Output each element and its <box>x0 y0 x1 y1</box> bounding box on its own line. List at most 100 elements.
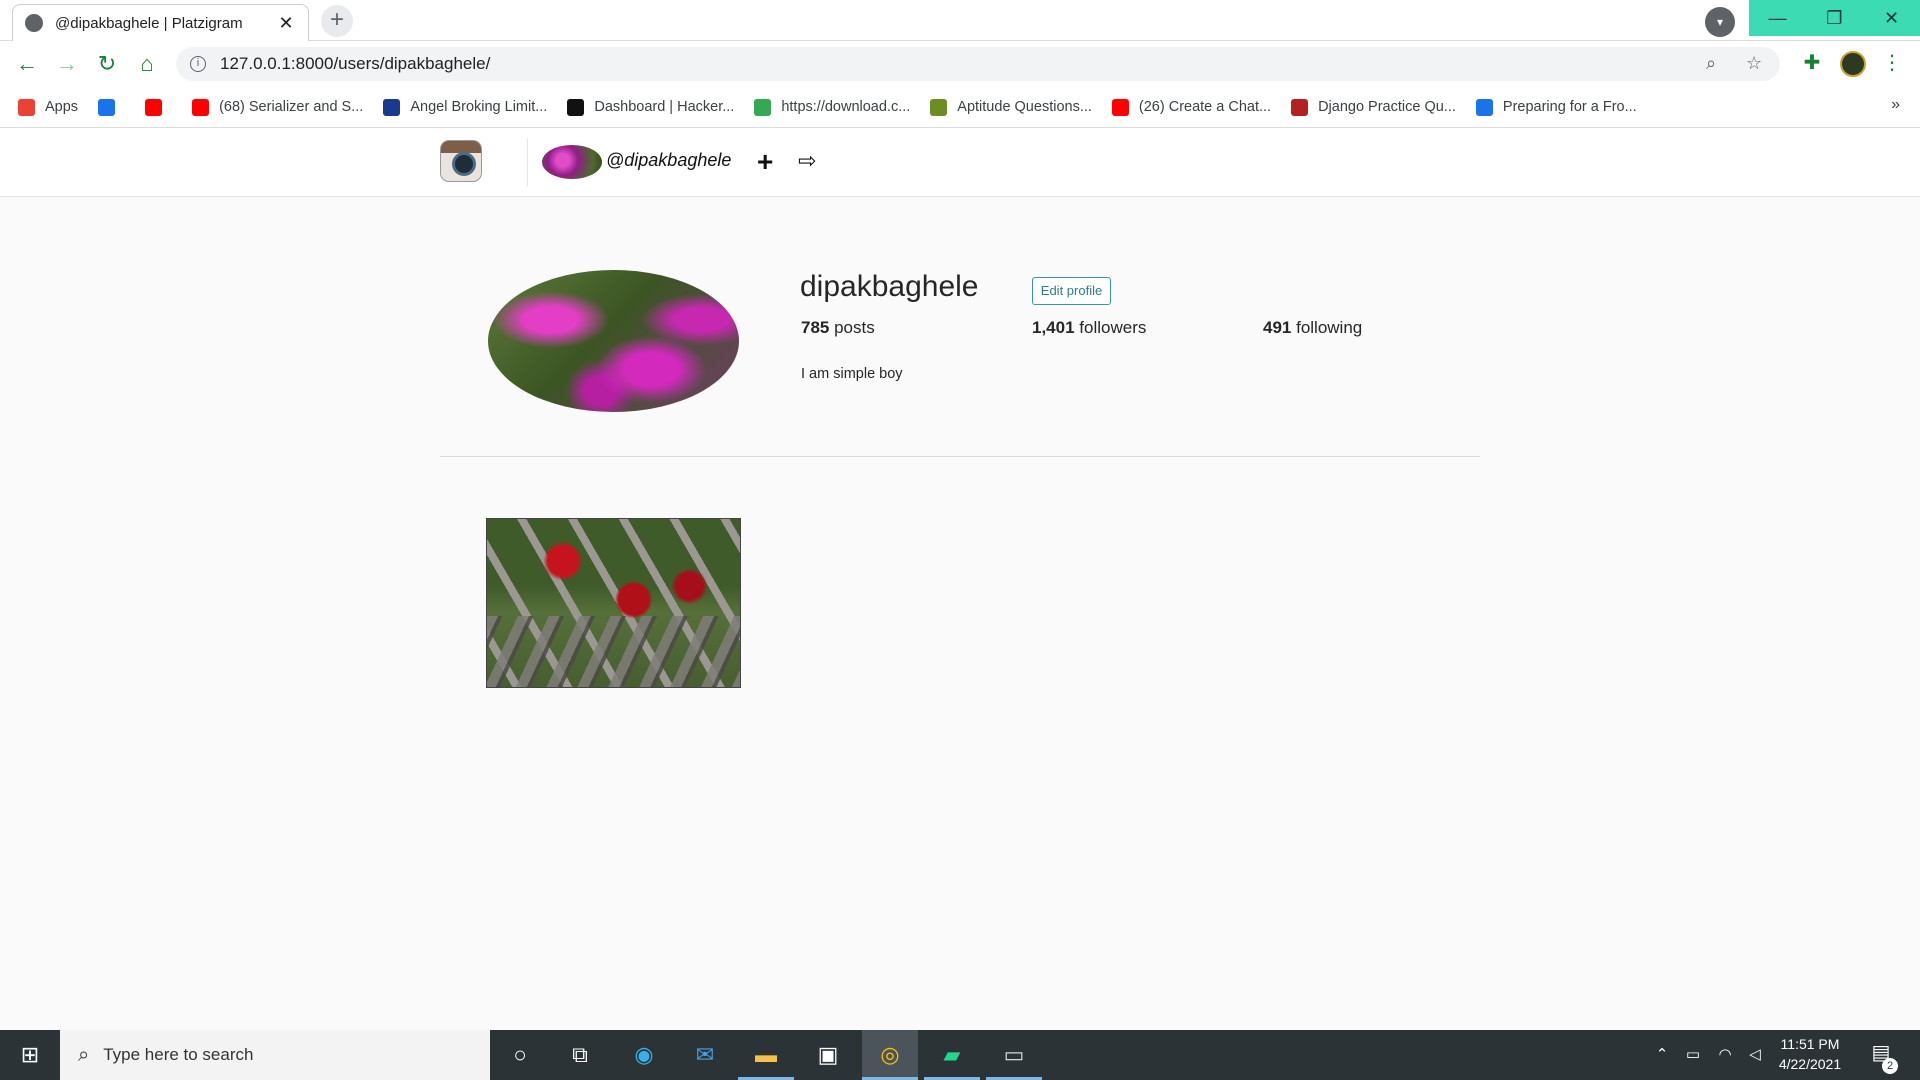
clock-date: 4/22/2021 <box>1778 1056 1842 1072</box>
nav-avatar[interactable] <box>542 145 602 179</box>
taskbar-search-box[interactable]: ⌕ Type here to search <box>60 1030 490 1080</box>
action-center-icon[interactable]: ▤ 2 <box>1866 1040 1898 1074</box>
reload-icon[interactable]: ↻ <box>93 50 121 78</box>
bookmark-label: (26) Create a Chat... <box>1138 99 1272 115</box>
bookmark-label: Angel Broking Limit... <box>410 99 548 115</box>
circle-icon <box>1475 98 1493 116</box>
tray-chevron-icon[interactable]: ⌃ <box>1650 1030 1674 1080</box>
posts-count: 785 <box>801 318 830 337</box>
following-stat[interactable]: 491 following <box>1263 318 1362 338</box>
pycharm-icon[interactable]: ▰ <box>924 1030 980 1080</box>
globe-icon <box>754 98 772 116</box>
tab-title: @dipakbaghele | Platzigram <box>55 14 243 32</box>
browser-tab-strip: @dipakbaghele | Platzigram ✕ + ▾ — ❐ ✕ <box>0 0 1920 41</box>
bookmark-star-icon[interactable]: ☆ <box>1746 53 1762 74</box>
bookmark-label: Dashboard | Hacker... <box>594 99 735 115</box>
extensions-puzzle-icon[interactable]: ✚ <box>1799 50 1825 75</box>
taskbar-clock[interactable]: 11:51 PM 4/22/2021 <box>1765 1034 1855 1074</box>
nav-divider <box>527 138 528 186</box>
bookmark-item[interactable]: Preparing for a Fro... <box>1475 98 1637 116</box>
search-placeholder: Type here to search <box>103 1045 254 1064</box>
profile-divider <box>440 456 1480 457</box>
profile-bio: I am simple boy <box>801 366 903 382</box>
bookmark-item[interactable]: https://download.c... <box>754 98 911 116</box>
posts-label: posts <box>829 318 875 337</box>
youtube-icon <box>145 98 163 116</box>
store-icon[interactable]: ▣ <box>800 1030 856 1080</box>
edit-profile-button[interactable]: Edit profile <box>1032 277 1111 305</box>
nav-username-link[interactable]: @dipakbaghele <box>606 150 731 171</box>
bookmark-item[interactable]: (26) Create a Chat... <box>1111 98 1272 116</box>
new-tab-button[interactable]: + <box>321 5 353 37</box>
bookmark-item[interactable]: Angel Broking Limit... <box>383 98 548 116</box>
hackerrank-icon <box>567 98 585 116</box>
back-arrow-icon[interactable]: ← <box>13 50 41 78</box>
profile-picture <box>488 270 739 412</box>
chrome-taskbar-icon[interactable]: ◎ <box>862 1030 918 1080</box>
close-window-button[interactable]: ✕ <box>1863 0 1920 36</box>
bookmark-item[interactable] <box>145 98 172 116</box>
following-label: following <box>1291 318 1363 337</box>
site-info-icon[interactable]: i <box>190 56 206 72</box>
browser-toolbar: ← → ↻ ⌂ i 127.0.0.1:8000/users/dipakbagh… <box>0 41 1920 87</box>
posts-stat: 785 posts <box>801 318 875 338</box>
forward-arrow-icon[interactable]: → <box>53 50 81 78</box>
bookmark-label: (68) Serializer and S... <box>219 99 364 115</box>
file-explorer-icon[interactable]: ▬ <box>738 1030 794 1080</box>
youtube-icon <box>1111 98 1129 116</box>
browser-tab[interactable]: @dipakbaghele | Platzigram ✕ <box>12 4 309 41</box>
bookmark-label: https://download.c... <box>781 99 911 115</box>
globe-favicon-icon <box>25 14 43 32</box>
logout-icon[interactable]: ⇨ <box>798 148 816 174</box>
new-post-plus-icon[interactable]: + <box>757 146 773 178</box>
windows-taskbar: ⊞ ⌕ Type here to search ○ ⧉ ◉ ✉ ▬ ▣ ◎ ▰ … <box>0 1030 1920 1080</box>
search-icon: ⌕ <box>78 1043 90 1066</box>
bookmark-label: Aptitude Questions... <box>957 99 1092 115</box>
url-text[interactable]: 127.0.0.1:8000/users/dipakbaghele/ <box>220 54 490 74</box>
chrome-profile-avatar[interactable] <box>1840 51 1866 77</box>
bird-icon <box>930 98 948 116</box>
followers-stat[interactable]: 1,401 followers <box>1032 318 1146 338</box>
bookmark-item[interactable]: Apps <box>18 98 79 116</box>
apps-grid-icon <box>18 98 35 116</box>
battery-icon[interactable]: ▭ <box>1680 1030 1706 1080</box>
edge-browser-icon[interactable]: ◉ <box>616 1030 672 1080</box>
task-view-icon[interactable]: ⧉ <box>552 1030 608 1080</box>
post-thumbnail[interactable] <box>486 518 741 688</box>
bookmark-item[interactable] <box>98 98 125 116</box>
tab-close-icon[interactable]: ✕ <box>276 13 296 34</box>
camera-logo-icon[interactable] <box>440 140 482 182</box>
wifi-icon[interactable]: ◠ <box>1712 1030 1738 1080</box>
site-navbar: @dipakbaghele + ⇨ <box>0 128 1920 197</box>
bookmark-item[interactable]: Aptitude Questions... <box>930 98 1092 116</box>
followers-label: followers <box>1074 318 1147 337</box>
d-icon <box>383 98 401 116</box>
restore-button[interactable]: ❐ <box>1806 0 1863 36</box>
bookmark-item[interactable]: (68) Serializer and S... <box>192 98 364 116</box>
bookmark-label: Preparing for a Fro... <box>1502 99 1637 115</box>
cortana-icon[interactable]: ○ <box>492 1030 548 1080</box>
profile-username: dipakbaghele <box>800 270 979 303</box>
clock-time: 11:51 PM <box>1780 1036 1840 1052</box>
ship-icon <box>1291 98 1309 116</box>
bookmarks-bar: Apps (68) Serializer and S... Angel Brokin… <box>0 87 1920 128</box>
bookmark-item[interactable]: Dashboard | Hacker... <box>567 98 735 116</box>
window-controls: — ❐ ✕ <box>1749 0 1920 36</box>
zoom-icon[interactable]: ⌕ <box>1706 53 1716 74</box>
notification-count: 2 <box>1882 1058 1898 1074</box>
mysql-icon[interactable]: ▭ <box>986 1030 1042 1080</box>
youtube-icon <box>192 98 210 116</box>
bookmarks-overflow-icon[interactable]: » <box>1891 96 1900 114</box>
mail-icon[interactable]: ✉ <box>677 1030 733 1080</box>
home-icon[interactable]: ⌂ <box>133 50 161 78</box>
bookmark-item[interactable]: Django Practice Qu... <box>1291 98 1456 116</box>
address-bar[interactable]: i 127.0.0.1:8000/users/dipakbaghele/ ⌕ ☆ <box>176 47 1780 81</box>
minimize-button[interactable]: — <box>1749 0 1806 36</box>
followers-count: 1,401 <box>1032 318 1075 337</box>
bookmark-label: Apps <box>45 99 79 115</box>
chrome-menu-icon[interactable]: ⋮ <box>1882 50 1902 75</box>
following-count: 491 <box>1263 318 1292 337</box>
windows-start-icon[interactable]: ⊞ <box>0 1030 60 1080</box>
tab-search-icon[interactable]: ▾ <box>1705 7 1735 37</box>
bookmark-label: Django Practice Qu... <box>1318 99 1456 115</box>
